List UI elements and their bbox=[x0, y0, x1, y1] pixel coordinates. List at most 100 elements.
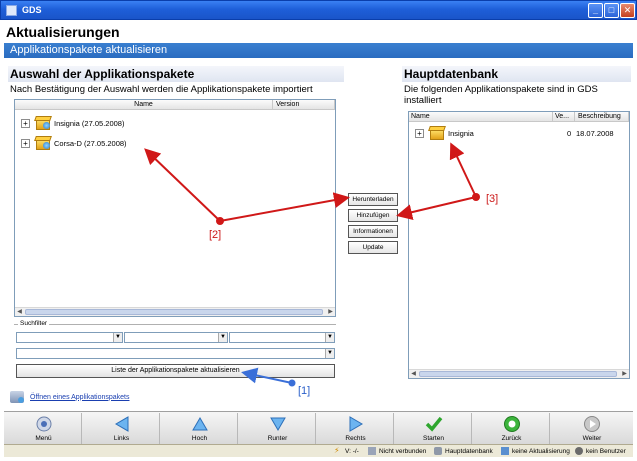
arrow-up-icon bbox=[192, 417, 208, 431]
column-header-description[interactable]: Beschreibung bbox=[575, 112, 629, 122]
chevron-down-icon[interactable]: ▼ bbox=[325, 349, 334, 358]
close-button[interactable]: ✕ bbox=[620, 3, 635, 18]
filter-dropdown-2[interactable]: ▼ bbox=[124, 332, 228, 343]
chevron-down-icon[interactable]: ▼ bbox=[113, 333, 122, 342]
lightning-icon: ⚡ bbox=[334, 446, 340, 455]
user-icon bbox=[575, 447, 583, 455]
installed-packages-list[interactable]: Name Ve... Beschreibung + Insignia 0 18.… bbox=[408, 111, 630, 379]
list-item-label: Insignia (27.05.2008) bbox=[54, 118, 125, 128]
add-button[interactable]: Hinzufügen bbox=[348, 209, 398, 222]
scroll-thumb[interactable] bbox=[25, 309, 323, 315]
update-button[interactable]: Update bbox=[348, 241, 398, 254]
down-label: Runter bbox=[267, 435, 288, 442]
column-header-name[interactable]: Name bbox=[409, 112, 553, 122]
annotation-label-1: [1] bbox=[298, 385, 311, 397]
chevron-down-icon[interactable]: ▼ bbox=[325, 333, 334, 342]
scroll-right-icon[interactable]: ▶ bbox=[326, 308, 335, 316]
list-item-label: Corsa-D (27.05.2008) bbox=[54, 138, 127, 148]
window-titlebar: GDS _ □ ✕ bbox=[0, 0, 637, 20]
column-header-version[interactable]: Version bbox=[273, 100, 335, 110]
maximize-button[interactable]: □ bbox=[604, 3, 619, 18]
status-update: keine Aktualisierung bbox=[501, 447, 570, 455]
open-package-link-text[interactable]: Öffnen eines Applikationspakets bbox=[30, 394, 130, 401]
menu-icon bbox=[36, 416, 52, 432]
update-icon bbox=[501, 447, 509, 455]
scroll-left-icon[interactable]: ◀ bbox=[15, 308, 24, 316]
open-package-icon bbox=[10, 391, 24, 403]
up-label: Hoch bbox=[191, 435, 208, 442]
information-button[interactable]: Informationen bbox=[348, 225, 398, 238]
search-filter-label: Suchfilter bbox=[18, 320, 50, 327]
next-label: Weiter bbox=[582, 435, 602, 442]
status-update-text: keine Aktualisierung bbox=[512, 447, 570, 455]
next-circle-icon bbox=[584, 416, 600, 432]
minimize-button[interactable]: _ bbox=[588, 3, 603, 18]
start-button[interactable]: Starten bbox=[396, 413, 472, 444]
arrow-down-icon bbox=[270, 417, 286, 431]
annotation-label-3: [3] bbox=[486, 193, 499, 205]
app-icon bbox=[6, 5, 17, 16]
expand-icon[interactable]: + bbox=[21, 118, 30, 128]
column-header-name[interactable]: Name bbox=[15, 100, 273, 110]
status-connection: Nicht verbunden bbox=[368, 447, 426, 455]
right-button[interactable]: Rechts bbox=[318, 413, 394, 444]
right-label: Rechts bbox=[345, 435, 366, 442]
list-item[interactable]: + Corsa-D (27.05.2008) bbox=[21, 134, 127, 152]
right-pane-description-line2: installiert bbox=[404, 95, 442, 106]
status-connection-text: Nicht verbunden bbox=[379, 447, 427, 455]
list-item-version: 0 bbox=[567, 129, 572, 138]
window-title: GDS bbox=[22, 5, 42, 15]
connection-icon bbox=[368, 447, 376, 455]
expand-icon[interactable]: + bbox=[21, 138, 30, 148]
scroll-thumb[interactable] bbox=[419, 371, 617, 377]
scroll-left-icon[interactable]: ◀ bbox=[409, 370, 418, 378]
expand-icon[interactable]: + bbox=[415, 128, 424, 138]
right-pane-title: Hauptdatenbank bbox=[402, 66, 631, 82]
package-icon bbox=[34, 116, 52, 130]
status-user: kein Benutzer bbox=[575, 447, 626, 455]
column-header-version[interactable]: Ve... bbox=[553, 112, 575, 122]
checkmark-icon bbox=[425, 416, 443, 432]
filter-dropdown-3[interactable]: ▼ bbox=[229, 332, 335, 343]
horizontal-scrollbar[interactable]: ◀ ▶ bbox=[409, 369, 629, 378]
navigation-toolbar: Menü Links Hoch Runter Rechts Starten Zu… bbox=[4, 411, 633, 444]
chevron-down-icon[interactable]: ▼ bbox=[218, 333, 227, 342]
list-item[interactable]: + Insignia (27.05.2008) bbox=[21, 114, 124, 132]
left-pane-description: Nach Bestätigung der Auswahl werden die … bbox=[10, 84, 313, 95]
left-pane-title: Auswahl der Applikationspakete bbox=[8, 66, 344, 82]
right-pane-description-line1: Die folgenden Applikationspakete sind in… bbox=[404, 84, 598, 95]
refresh-packages-button[interactable]: Liste der Applikationspakete aktualisier… bbox=[16, 364, 335, 378]
menu-button[interactable]: Menü bbox=[6, 413, 82, 444]
left-button[interactable]: Links bbox=[84, 413, 160, 444]
list-item-description: 18.07.2008 bbox=[576, 129, 614, 138]
back-label: Zurück bbox=[501, 435, 522, 442]
start-label: Starten bbox=[423, 435, 444, 442]
status-bar: ⚡ V: -/- Nicht verbunden Hauptdatenbank … bbox=[4, 444, 633, 457]
filter-dropdown-1[interactable]: ▼ bbox=[16, 332, 123, 343]
up-button[interactable]: Hoch bbox=[162, 413, 238, 444]
annotation-label-2: [2] bbox=[209, 229, 222, 241]
scroll-right-icon[interactable]: ▶ bbox=[620, 370, 629, 378]
package-icon bbox=[428, 126, 446, 140]
database-icon bbox=[434, 447, 442, 455]
arrow-right-icon bbox=[349, 416, 363, 432]
arrow-left-icon bbox=[115, 416, 129, 432]
status-database-text: Hauptdatenbank bbox=[445, 447, 493, 455]
menu-label: Menü bbox=[35, 435, 52, 442]
page-subtitle: Applikationspakete aktualisieren bbox=[4, 43, 633, 58]
status-user-text: kein Benutzer bbox=[586, 447, 626, 455]
list-item-label: Insignia bbox=[448, 128, 474, 138]
horizontal-scrollbar[interactable]: ◀ ▶ bbox=[15, 307, 335, 316]
page-title: Aktualisierungen bbox=[6, 24, 120, 40]
available-packages-list[interactable]: Name Version + Insignia (27.05.2008) + C… bbox=[14, 99, 336, 317]
download-button[interactable]: Herunterladen bbox=[348, 193, 398, 206]
open-package-link[interactable]: Öffnen eines Applikationspakets bbox=[10, 391, 130, 403]
filter-dropdown-4[interactable]: ▼ bbox=[16, 348, 335, 359]
status-database: Hauptdatenbank bbox=[434, 447, 493, 455]
down-button[interactable]: Runter bbox=[240, 413, 316, 444]
status-version: ⚡ V: -/- bbox=[334, 447, 359, 455]
left-label: Links bbox=[113, 435, 130, 442]
list-item[interactable]: + Insignia bbox=[415, 124, 474, 142]
next-button[interactable]: Weiter bbox=[554, 413, 630, 444]
back-button[interactable]: Zurück bbox=[474, 413, 550, 444]
